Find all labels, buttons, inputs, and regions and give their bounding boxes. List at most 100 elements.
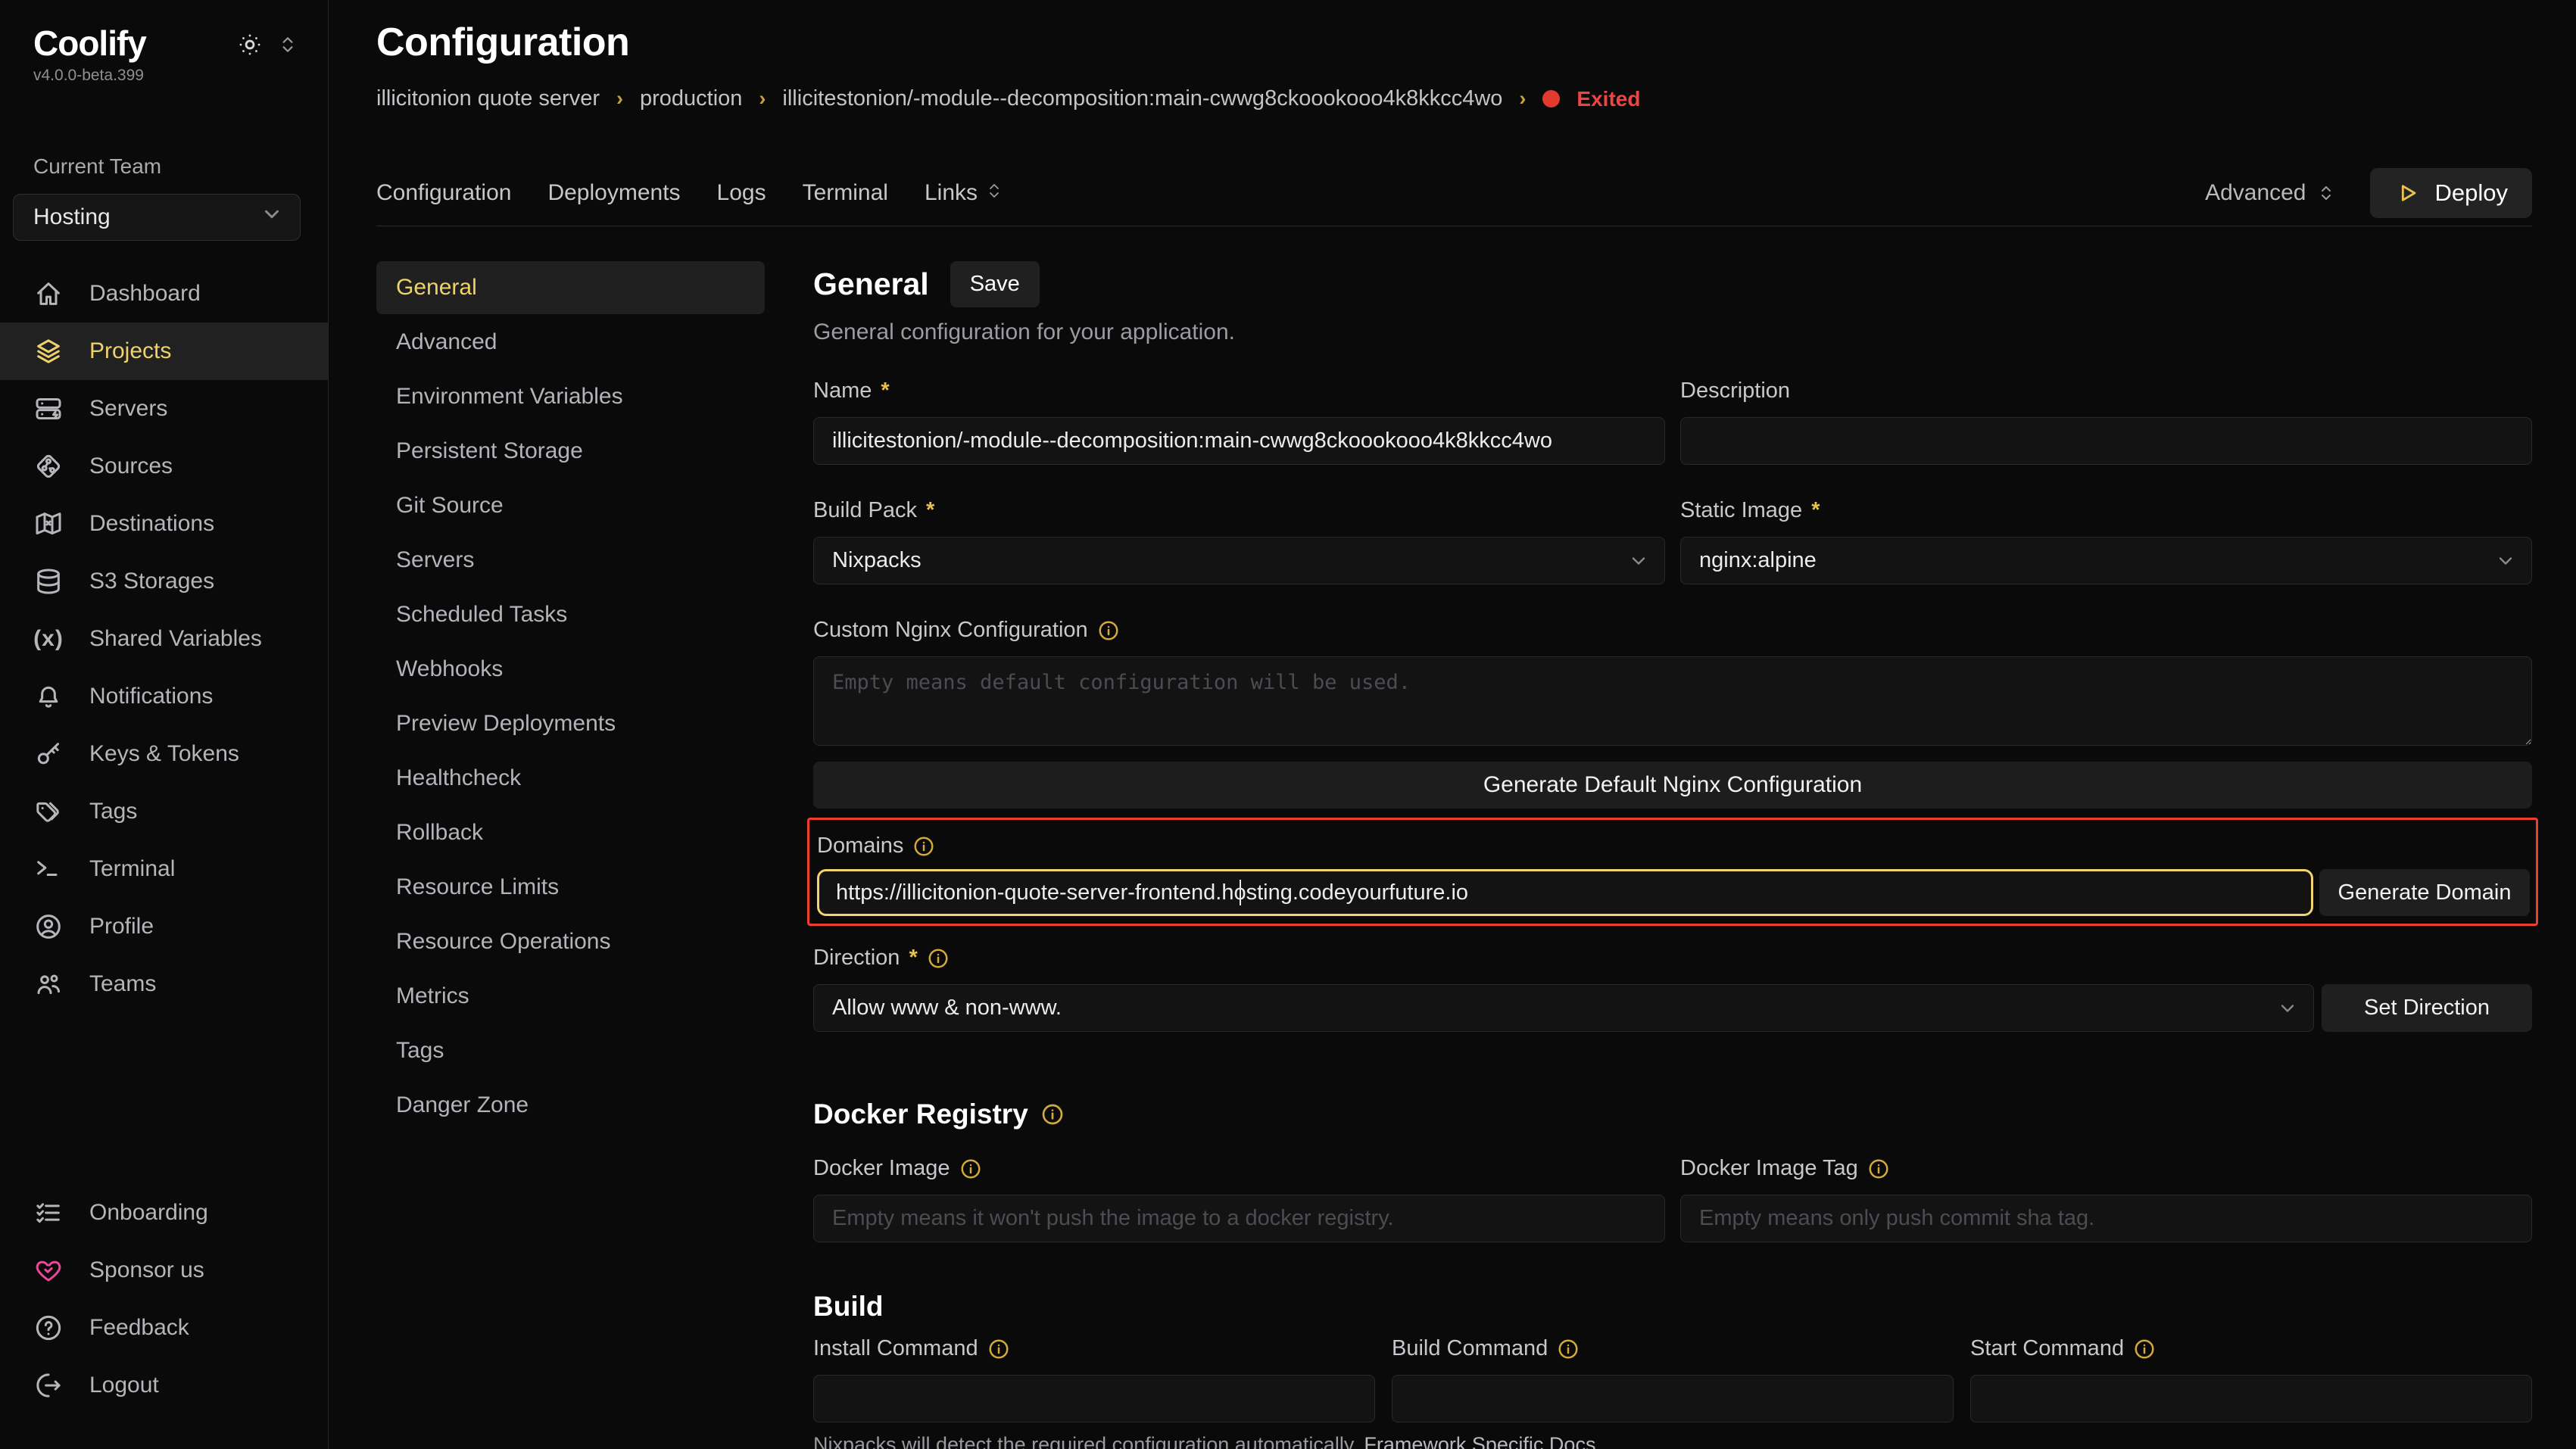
subnav-item-resource-limits[interactable]: Resource Limits [376,861,765,914]
subnav-item-persistent-storage[interactable]: Persistent Storage [376,425,765,478]
tab-links[interactable]: Links [925,180,1003,206]
subnav-item-resource-operations[interactable]: Resource Operations [376,915,765,968]
info-icon[interactable] [912,835,935,858]
sidebar-item-label: Destinations [89,511,214,537]
info-icon[interactable] [1040,1102,1065,1126]
general-subtitle: General configuration for your applicati… [813,319,2532,345]
domains-section: Domains Generate Domain [807,818,2538,926]
info-icon[interactable] [959,1158,982,1180]
info-icon[interactable] [1097,619,1120,642]
nginx-config-textarea[interactable] [813,656,2532,746]
theme-toggle-sun-icon[interactable] [237,32,263,58]
sidebar-item-label: Projects [89,338,171,364]
description-input[interactable] [1680,417,2532,465]
content: GeneralAdvancedEnvironment VariablesPers… [376,261,2532,1449]
help-icon [33,1313,64,1343]
generate-nginx-button[interactable]: Generate Default Nginx Configuration [813,762,2532,809]
chevron-down-icon [260,203,283,232]
build-pack-select[interactable]: Nixpacks [813,537,1665,584]
sidebar-item-keys-tokens[interactable]: Keys & Tokens [0,725,328,783]
breadcrumb-item[interactable]: illicitonion quote server [376,86,600,111]
domains-input[interactable] [817,869,2313,916]
sidebar-item-projects[interactable]: Projects [0,323,328,380]
deploy-button[interactable]: Deploy [2370,168,2533,218]
sidebar-item-teams[interactable]: Teams [0,955,328,1013]
sidebar-footer: OnboardingSponsor usFeedbackLogout [0,1184,328,1414]
breadcrumb-item[interactable]: illicitestonion/-module--decomposition:m… [782,86,1502,111]
subnav-item-general[interactable]: General [376,261,765,314]
set-direction-button[interactable]: Set Direction [2322,984,2532,1032]
info-icon[interactable] [987,1338,1010,1360]
sidebar-item-notifications[interactable]: Notifications [0,668,328,725]
install-command-input[interactable] [813,1375,1375,1423]
static-image-select[interactable]: nginx:alpine [1680,537,2532,584]
build-command-input[interactable] [1392,1375,1954,1423]
subnav-item-servers[interactable]: Servers [376,534,765,587]
subnav-item-webhooks[interactable]: Webhooks [376,643,765,696]
sidebar-item-tags[interactable]: Tags [0,783,328,840]
name-input[interactable] [813,417,1665,465]
breadcrumb-separator-icon: › [759,87,766,111]
build-command-group: Build Command [1392,1323,1954,1423]
text-caret [1240,880,1241,905]
team-select[interactable]: Hosting [13,194,301,241]
subnav-item-scheduled-tasks[interactable]: Scheduled Tasks [376,588,765,641]
sidebar-item-s3-storages[interactable]: S3 Storages [0,553,328,610]
subnav-item-healthcheck[interactable]: Healthcheck [376,752,765,805]
logout-icon [33,1370,64,1401]
sidebar-item-logout[interactable]: Logout [0,1357,328,1414]
subnav-item-advanced[interactable]: Advanced [376,316,765,369]
info-icon[interactable] [927,947,950,970]
tab-configuration[interactable]: Configuration [376,180,511,206]
tab-logs[interactable]: Logs [717,180,766,206]
info-icon[interactable] [1867,1158,1890,1180]
start-command-group: Start Command [1970,1323,2532,1423]
generate-domain-button[interactable]: Generate Domain [2319,869,2530,916]
sidebar-item-shared-variables[interactable]: (x)Shared Variables [0,610,328,668]
app-version: v4.0.0-beta.399 [0,64,328,85]
build-heading: Build [813,1291,883,1323]
subnav-item-git-source[interactable]: Git Source [376,479,765,532]
sidebar-item-label: Profile [89,914,154,940]
subnav-item-danger-zone[interactable]: Danger Zone [376,1079,765,1132]
sidebar-item-profile[interactable]: Profile [0,898,328,955]
subnav-item-preview-deployments[interactable]: Preview Deployments [376,697,765,750]
info-icon[interactable] [2133,1338,2156,1360]
tab-deployments[interactable]: Deployments [547,180,680,206]
domains-row: Generate Domain [817,869,2530,916]
subnav-item-rollback[interactable]: Rollback [376,806,765,859]
tab-label: Links [925,180,978,206]
info-icon[interactable] [1557,1338,1580,1360]
tab-terminal[interactable]: Terminal [803,180,888,206]
docker-image-input[interactable] [813,1195,1665,1242]
map-icon [33,509,64,539]
sidebar-item-sponsor-us[interactable]: Sponsor us [0,1242,328,1299]
sidebar-item-dashboard[interactable]: Dashboard [0,265,328,323]
sidebar-nav: Dashboard Projects ServersSources Destinati… [0,265,328,1013]
start-command-input[interactable] [1970,1375,2532,1423]
subnav-item-environment-variables[interactable]: Environment Variables [376,370,765,423]
sidebar-item-terminal[interactable]: Terminal [0,840,328,898]
general-heading: General [813,266,929,302]
sidebar-item-destinations[interactable]: Destinations [0,495,328,553]
sidebar-item-servers[interactable]: Servers [0,380,328,438]
subnav-item-tags[interactable]: Tags [376,1024,765,1077]
build-head: Build [813,1291,2532,1323]
breadcrumb-item[interactable]: production [640,86,742,111]
sidebar-item-sources[interactable]: Sources [0,438,328,495]
save-button[interactable]: Save [950,261,1040,307]
sidebar-item-label: Tags [89,799,137,824]
sidebar-item-feedback[interactable]: Feedback [0,1299,328,1357]
advanced-dropdown[interactable]: Advanced [2205,180,2334,206]
docker-image-tag-input[interactable] [1680,1195,2532,1242]
tag-icon [33,796,64,827]
framework-docs-link[interactable]: Framework Specific Docs [1364,1433,1595,1449]
page-title: Configuration [376,20,2532,65]
coolify-app: Coolify v4.0.0-beta.399 Current Team Hos… [0,0,2576,1449]
layers-icon [33,336,64,366]
theme-unfold-icon[interactable] [278,35,298,55]
direction-select[interactable]: Allow www & non-www. [813,984,2314,1032]
tab-label: Terminal [803,180,888,206]
sidebar-item-onboarding[interactable]: Onboarding [0,1184,328,1242]
subnav-item-metrics[interactable]: Metrics [376,970,765,1023]
